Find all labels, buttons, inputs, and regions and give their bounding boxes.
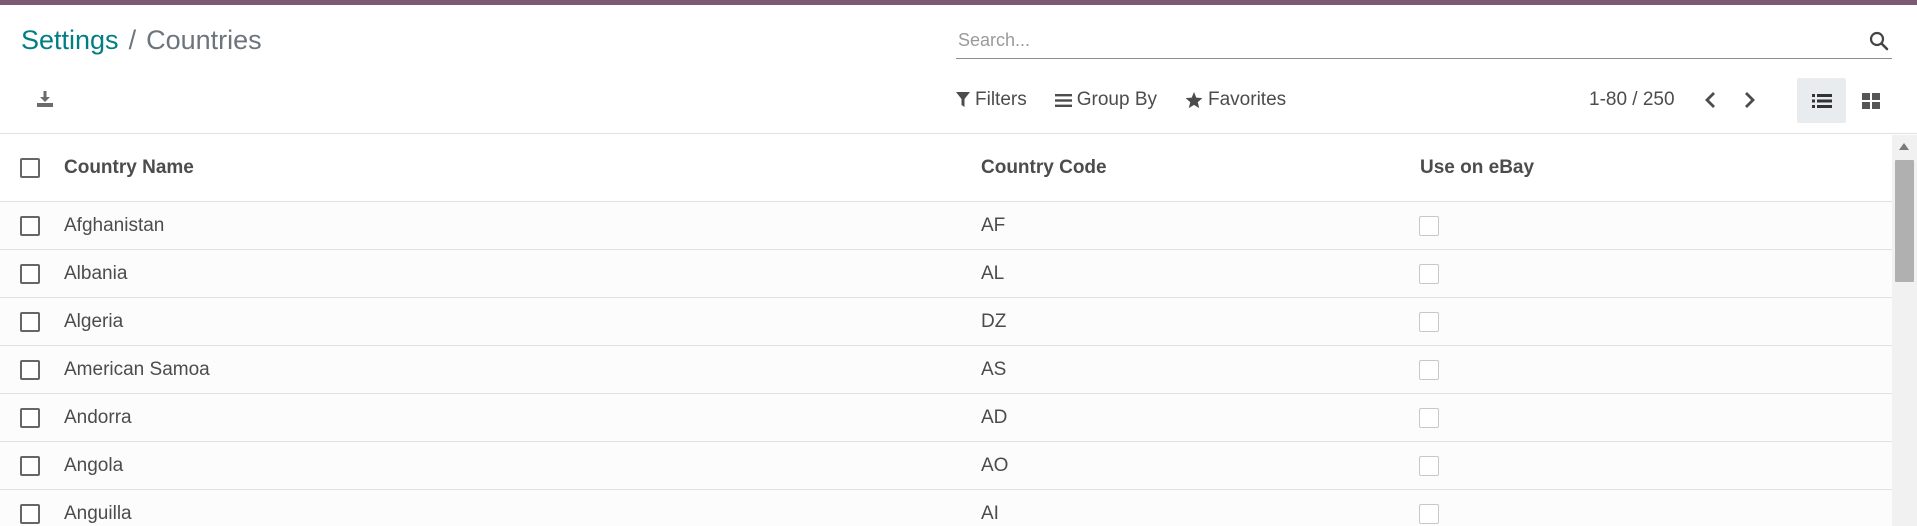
list-header-row: Country Name Country Code Use on eBay bbox=[0, 135, 1892, 202]
country-name-cell: Algeria bbox=[64, 311, 124, 332]
export-download-button[interactable] bbox=[32, 86, 58, 112]
search-facets: Filters Group By Favorites bbox=[956, 85, 1314, 115]
table-row[interactable]: Anguilla AI bbox=[0, 490, 1892, 526]
country-code-cell: AS bbox=[981, 359, 1007, 380]
use-on-ebay-checkbox bbox=[1419, 408, 1439, 428]
vertical-scrollbar[interactable] bbox=[1892, 135, 1917, 526]
select-all-checkbox[interactable] bbox=[20, 158, 40, 178]
country-name-cell: American Samoa bbox=[64, 359, 210, 380]
table-row[interactable]: American Samoa AS bbox=[0, 346, 1892, 394]
table-row[interactable]: Albania AL bbox=[0, 250, 1892, 298]
country-name-cell: Andorra bbox=[64, 407, 132, 428]
pager-value[interactable]: 1-80 / 250 bbox=[1589, 89, 1675, 111]
breadcrumb-separator: / bbox=[128, 25, 137, 55]
pager: 1-80 / 250 bbox=[1589, 85, 1777, 115]
bars-icon bbox=[1054, 93, 1072, 107]
download-icon bbox=[37, 91, 53, 107]
search-icon bbox=[1869, 31, 1889, 50]
country-name-cell: Anguilla bbox=[64, 503, 132, 524]
table-row[interactable]: Angola AO bbox=[0, 442, 1892, 490]
search-bar bbox=[956, 23, 1892, 59]
column-header-country-name[interactable]: Country Name bbox=[64, 157, 194, 179]
table-row[interactable]: Andorra AD bbox=[0, 394, 1892, 442]
row-select-checkbox[interactable] bbox=[20, 504, 40, 524]
table-row[interactable]: Algeria DZ bbox=[0, 298, 1892, 346]
search-button[interactable] bbox=[1866, 28, 1892, 54]
column-header-use-on-ebay[interactable]: Use on eBay bbox=[1420, 157, 1534, 179]
scroll-up-arrow-icon[interactable] bbox=[1899, 143, 1909, 150]
country-code-cell: AO bbox=[981, 455, 1009, 476]
group-by-button[interactable]: Group By bbox=[1054, 89, 1157, 111]
row-select-checkbox[interactable] bbox=[20, 216, 40, 236]
star-icon bbox=[1185, 91, 1203, 108]
country-name-cell: Albania bbox=[64, 263, 128, 284]
list-icon bbox=[1811, 93, 1832, 108]
country-code-cell: AF bbox=[981, 215, 1006, 236]
chevron-right-icon bbox=[1744, 92, 1755, 108]
country-code-cell: DZ bbox=[981, 311, 1007, 332]
pager-previous-button[interactable] bbox=[1697, 85, 1723, 115]
filters-label: Filters bbox=[975, 89, 1027, 110]
kanban-view-button[interactable] bbox=[1846, 78, 1895, 123]
view-switcher bbox=[1797, 78, 1895, 123]
use-on-ebay-checkbox bbox=[1419, 216, 1439, 236]
country-name-cell: Afghanistan bbox=[64, 215, 165, 236]
country-code-cell: AD bbox=[981, 407, 1008, 428]
kanban-grid-icon bbox=[1861, 92, 1880, 109]
country-code-cell: AI bbox=[981, 503, 999, 524]
breadcrumb-settings-link[interactable]: Settings bbox=[21, 25, 119, 56]
favorites-button[interactable]: Favorites bbox=[1185, 89, 1286, 111]
group-by-label: Group By bbox=[1076, 89, 1157, 110]
use-on-ebay-checkbox bbox=[1419, 456, 1439, 476]
row-select-checkbox[interactable] bbox=[20, 360, 40, 380]
row-select-checkbox[interactable] bbox=[20, 408, 40, 428]
filters-button[interactable]: Filters bbox=[956, 89, 1027, 111]
country-code-cell: AL bbox=[981, 263, 1005, 284]
column-header-country-code[interactable]: Country Code bbox=[981, 157, 1107, 179]
breadcrumb: Settings / Countries bbox=[21, 25, 262, 56]
table-row[interactable]: Afghanistan AF bbox=[0, 202, 1892, 250]
search-input[interactable] bbox=[956, 25, 1866, 56]
row-select-checkbox[interactable] bbox=[20, 264, 40, 284]
filter-icon bbox=[956, 92, 970, 107]
use-on-ebay-checkbox bbox=[1419, 264, 1439, 284]
country-name-cell: Angola bbox=[64, 455, 124, 476]
countries-list: Country Name Country Code Use on eBay Af… bbox=[0, 135, 1892, 526]
scrollbar-thumb[interactable] bbox=[1895, 160, 1914, 282]
row-select-checkbox[interactable] bbox=[20, 312, 40, 332]
breadcrumb-current: Countries bbox=[146, 25, 262, 55]
pager-next-button[interactable] bbox=[1737, 85, 1763, 115]
use-on-ebay-checkbox bbox=[1419, 312, 1439, 332]
list-view-button[interactable] bbox=[1797, 78, 1846, 123]
use-on-ebay-checkbox bbox=[1419, 504, 1439, 524]
chevron-left-icon bbox=[1704, 92, 1715, 108]
control-panel: Settings / Countries Filters bbox=[0, 5, 1917, 134]
favorites-label: Favorites bbox=[1208, 89, 1287, 110]
row-select-checkbox[interactable] bbox=[20, 456, 40, 476]
use-on-ebay-checkbox bbox=[1419, 360, 1439, 380]
